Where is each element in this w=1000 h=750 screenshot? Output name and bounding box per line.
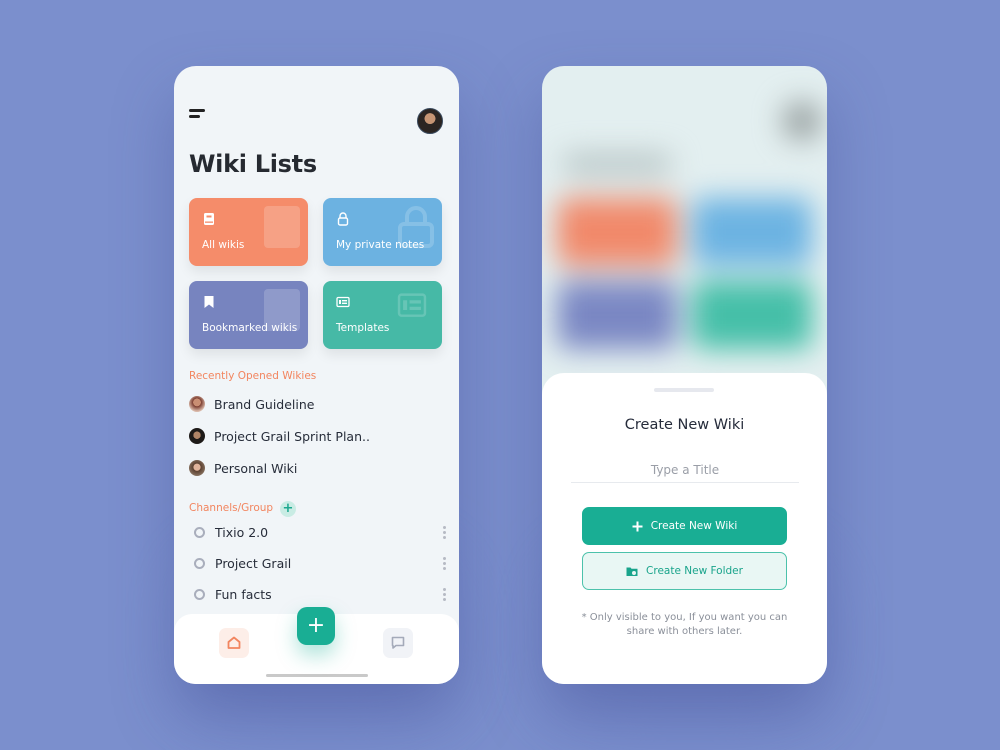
folder-icon [626, 567, 638, 576]
visibility-note: * Only visible to you, If you want you c… [581, 612, 788, 637]
avatar [189, 460, 205, 476]
recent-item[interactable]: Project Grail Sprint Plan.. [189, 427, 370, 445]
book-icon [204, 213, 214, 225]
radio-icon[interactable] [194, 526, 205, 538]
card-label: Bookmarked wikis [202, 322, 298, 334]
card-bookmarked-wikis[interactable]: Bookmarked wikis [189, 281, 308, 349]
sheet-drag-handle[interactable] [654, 388, 714, 392]
card-private-notes[interactable]: My private notes [323, 198, 442, 266]
radio-icon[interactable] [194, 557, 205, 569]
recent-item-label: Project Grail Sprint Plan.. [214, 428, 370, 444]
more-options-icon[interactable] [442, 525, 446, 539]
template-watermark-icon [397, 293, 427, 317]
nav-chat-button[interactable] [383, 628, 413, 658]
chat-icon [391, 636, 405, 649]
button-label: Create New Wiki [650, 520, 738, 532]
template-icon [336, 296, 350, 308]
add-wiki-fab[interactable]: + [297, 607, 335, 645]
sheet-title: Create New Wiki [624, 417, 745, 433]
home-indicator [266, 674, 368, 677]
nav-home-button[interactable] [219, 628, 249, 658]
button-label: Create New Folder [646, 565, 743, 577]
channel-item[interactable]: Tixio 2.0 [194, 523, 446, 541]
menu-icon[interactable] [189, 109, 207, 121]
channel-item[interactable]: Fun facts [194, 585, 446, 603]
card-label: All wikis [202, 239, 245, 251]
wiki-title-input[interactable] [571, 457, 799, 483]
card-label: My private notes [336, 239, 425, 251]
recent-item-label: Personal Wiki [214, 460, 298, 476]
card-label: Templates [336, 322, 390, 334]
add-channel-button[interactable]: + [280, 501, 296, 517]
more-options-icon[interactable] [442, 556, 446, 570]
radio-icon[interactable] [194, 588, 205, 600]
card-all-wikis[interactable]: All wikis [189, 198, 308, 266]
recent-item[interactable]: Brand Guideline [189, 395, 314, 413]
channels-section-label: Channels/Group [189, 502, 274, 514]
plus-icon [632, 521, 643, 531]
page-title: Wiki Lists [189, 150, 317, 178]
create-new-folder-button[interactable]: Create New Folder [582, 552, 787, 590]
recent-item[interactable]: Personal Wiki [189, 459, 297, 477]
book-watermark-icon [264, 206, 300, 248]
more-options-icon[interactable] [442, 587, 446, 601]
create-wiki-screen: Create New Wiki Create New Wiki Create N… [542, 66, 827, 684]
create-new-wiki-button[interactable]: Create New Wiki [582, 507, 787, 545]
user-avatar[interactable] [417, 108, 443, 134]
home-icon [227, 636, 241, 649]
card-templates[interactable]: Templates [323, 281, 442, 349]
wiki-lists-screen: Wiki Lists All wikis My private notes Bo… [174, 66, 459, 684]
channel-label: Project Grail [215, 555, 292, 571]
channel-item[interactable]: Project Grail [194, 554, 446, 572]
recent-item-label: Brand Guideline [214, 396, 315, 412]
create-wiki-sheet: Create New Wiki Create New Wiki Create N… [542, 373, 827, 684]
avatar [189, 396, 205, 412]
channel-label: Fun facts [215, 586, 272, 602]
recent-section-label: Recently Opened Wikies [189, 370, 317, 382]
bookmark-icon [204, 296, 214, 308]
channel-label: Tixio 2.0 [215, 524, 269, 540]
lock-icon [337, 212, 349, 226]
avatar [189, 428, 205, 444]
